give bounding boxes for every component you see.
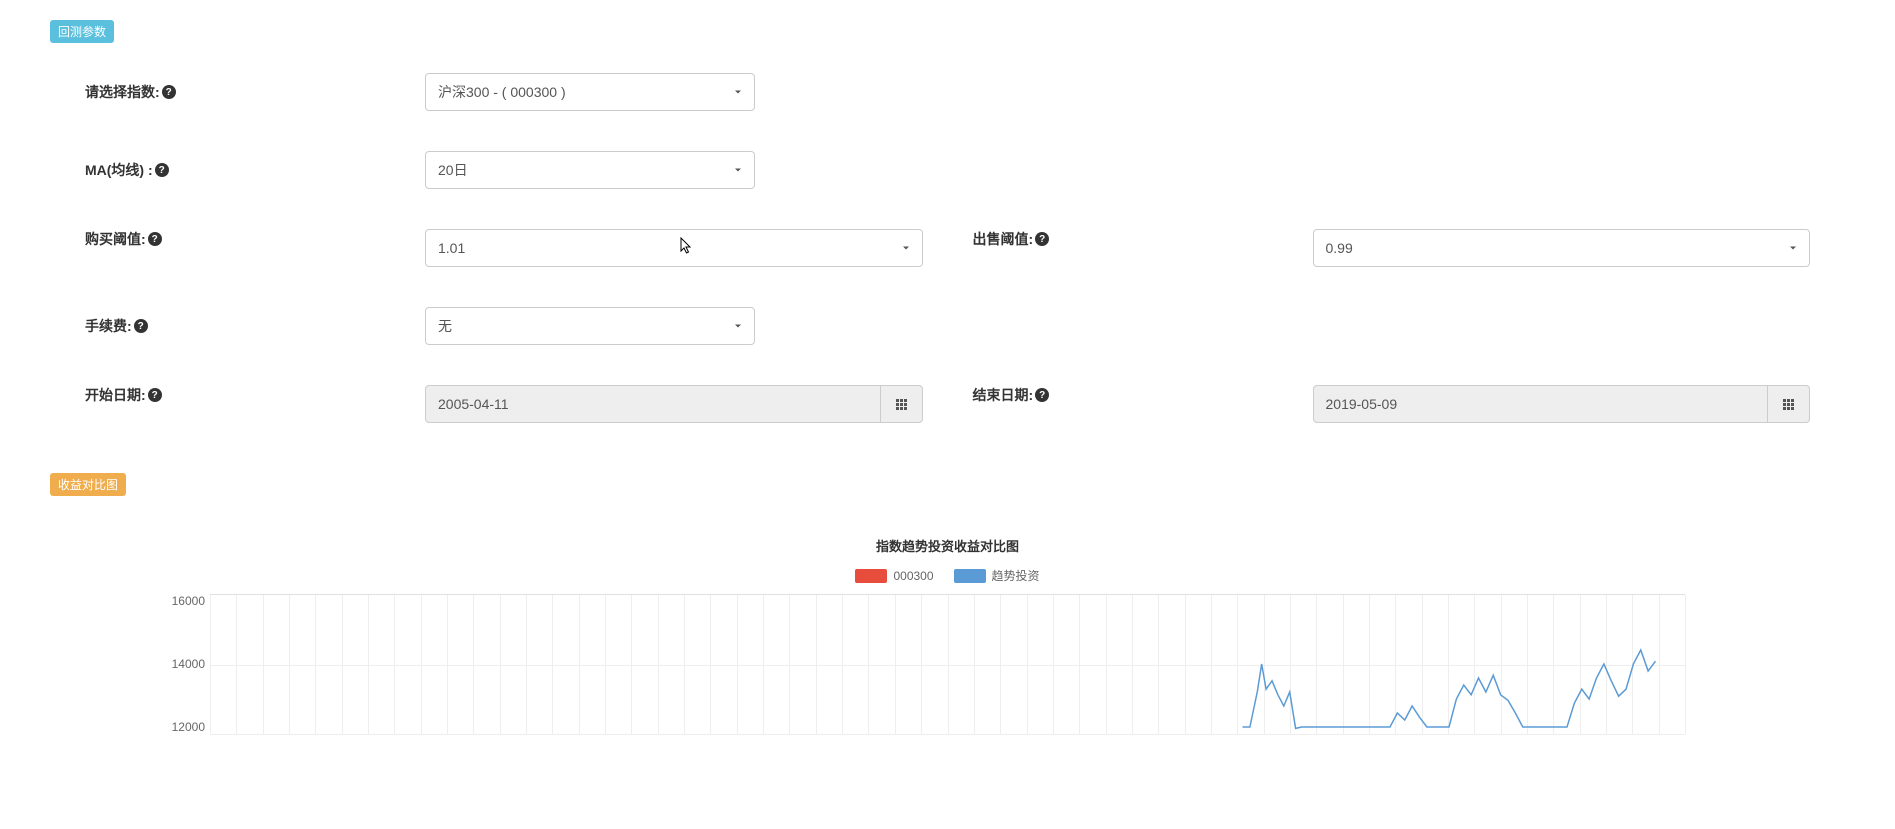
fee-label: 手续费: ? [85,316,425,336]
calendar-icon [1783,399,1794,410]
fee-select[interactable]: 无 [425,307,755,345]
legend-label: 000300 [893,569,933,583]
help-icon[interactable]: ? [1035,388,1049,402]
params-form: 请选择指数: ? 沪深300 - ( 000300 ) MA(均线) : ? 2… [50,73,1845,423]
index-label: 请选择指数: ? [85,82,425,102]
help-icon[interactable]: ? [148,232,162,246]
y-tick: 12000 [172,720,205,734]
legend-swatch [954,569,986,583]
legend-swatch [855,569,887,583]
params-badge: 回测参数 [50,20,114,43]
sell-threshold-label-text: 出售阈值: [973,229,1034,249]
chart-badge: 收益对比图 [50,473,126,496]
ma-label-text: MA(均线) : [85,160,153,180]
end-date-input[interactable] [1313,385,1769,423]
chart-container: 指数趋势投资收益对比图 000300 趋势投资 16000 14000 12000 [50,536,1845,734]
help-icon[interactable]: ? [155,163,169,177]
ma-label: MA(均线) : ? [85,160,425,180]
buy-threshold-select[interactable]: 1.01 [425,229,923,267]
help-icon[interactable]: ? [162,85,176,99]
start-date-input[interactable] [425,385,881,423]
index-label-text: 请选择指数: [85,82,160,102]
legend-item-000300[interactable]: 000300 [855,567,933,584]
legend-label: 趋势投资 [992,567,1040,584]
buy-threshold-label: 购买阈值: ? [85,229,425,249]
sell-threshold-select[interactable]: 0.99 [1313,229,1811,267]
chart-legend: 000300 趋势投资 [50,567,1845,584]
y-tick: 14000 [172,657,205,671]
end-date-label: 结束日期: ? [973,385,1313,405]
chart-line-svg [210,594,1685,734]
help-icon[interactable]: ? [148,388,162,402]
chart-title: 指数趋势投资收益对比图 [50,536,1845,555]
index-select[interactable]: 沪深300 - ( 000300 ) [425,73,755,111]
calendar-button[interactable] [881,385,923,423]
ma-select[interactable]: 20日 [425,151,755,189]
legend-item-trend[interactable]: 趋势投资 [954,567,1040,584]
sell-threshold-label: 出售阈值: ? [973,229,1313,249]
start-date-label: 开始日期: ? [85,385,425,405]
y-tick: 16000 [172,594,205,608]
help-icon[interactable]: ? [134,319,148,333]
help-icon[interactable]: ? [1035,232,1049,246]
calendar-icon [896,399,907,410]
start-date-label-text: 开始日期: [85,385,146,405]
buy-threshold-label-text: 购买阈值: [85,229,146,249]
chart-section: 收益对比图 指数趋势投资收益对比图 000300 趋势投资 16000 14000… [50,473,1845,734]
calendar-button[interactable] [1768,385,1810,423]
chart-plot[interactable]: 160001400012000 [210,594,1685,734]
end-date-label-text: 结束日期: [973,385,1034,405]
fee-label-text: 手续费: [85,316,132,336]
y-axis: 16000 14000 12000 [160,594,205,734]
